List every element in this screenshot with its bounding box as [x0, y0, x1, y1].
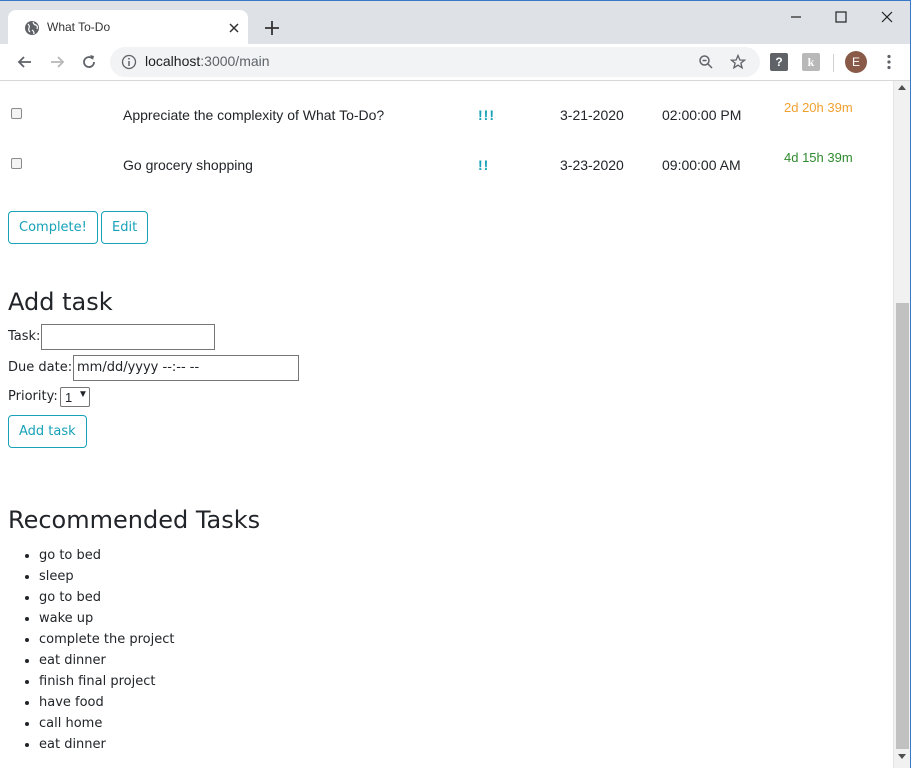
star-bookmark-icon[interactable] — [730, 54, 746, 70]
list-item: have food — [39, 692, 174, 713]
browser-chrome: What To-Do localhost:3000/main ? k E — [0, 0, 911, 81]
add-task-heading: Add task — [8, 288, 113, 316]
list-item: wake up — [39, 608, 174, 629]
task-due-date: 3-21-2020 — [560, 107, 624, 123]
task-priority: !! — [478, 157, 490, 173]
complete-button[interactable]: Complete! — [8, 211, 98, 244]
tab-title: What To-Do — [47, 20, 111, 34]
task-field-label: Task: — [8, 329, 41, 344]
more-menu-icon[interactable] — [880, 53, 898, 71]
recommended-heading: Recommended Tasks — [8, 506, 261, 534]
url-path: :3000/main — [200, 53, 270, 69]
task-time-remaining: 2d 20h 39m — [784, 100, 853, 115]
due-date-label: Due date: — [8, 360, 73, 375]
priority-label: Priority: — [8, 389, 58, 404]
list-item: eat dinner — [39, 734, 174, 755]
scrollbar-thumb[interactable] — [896, 303, 909, 749]
list-item: call home — [39, 713, 174, 734]
task-due-time: 02:00:00 PM — [662, 107, 742, 123]
toolbar-divider — [833, 54, 834, 72]
forward-arrow-icon[interactable] — [48, 53, 66, 71]
due-date-input[interactable]: mm/dd/yyyy --:-- -- — [73, 355, 299, 381]
back-arrow-icon[interactable] — [16, 53, 34, 71]
profile-avatar[interactable]: E — [845, 51, 867, 73]
edit-button[interactable]: Edit — [101, 211, 149, 244]
list-item: go to bed — [39, 545, 174, 566]
globe-icon — [25, 21, 39, 35]
address-bar[interactable]: localhost:3000/main — [110, 47, 760, 77]
zoom-out-icon[interactable] — [698, 54, 714, 70]
task-due-time: 09:00:00 AM — [662, 157, 741, 173]
list-item: finish final project — [39, 671, 174, 692]
new-tab-icon[interactable] — [262, 18, 282, 38]
page-viewport: Appreciate the complexity of What To-Do?… — [0, 81, 911, 768]
recommended-list: go to bed sleep go to bed wake up comple… — [8, 545, 174, 755]
list-item: go to bed — [39, 587, 174, 608]
scroll-up-arrow-icon[interactable] — [898, 85, 906, 90]
task-due-date: 3-23-2020 — [560, 157, 624, 173]
chevron-down-icon: ▼ — [78, 389, 88, 400]
close-tab-icon[interactable] — [227, 21, 241, 35]
info-icon[interactable] — [121, 54, 137, 70]
task-row: Go grocery shopping !! 3-23-2020 09:00:0… — [0, 150, 890, 193]
list-item: complete the project — [39, 629, 174, 650]
list-item: eat dinner — [39, 650, 174, 671]
task-checkbox[interactable] — [11, 108, 22, 119]
list-item: sleep — [39, 566, 174, 587]
priority-selected-value: 1 — [65, 390, 73, 405]
minimize-icon[interactable] — [788, 9, 804, 25]
add-task-button[interactable]: Add task — [8, 415, 87, 448]
task-priority: !!! — [478, 107, 495, 123]
url-text: localhost:3000/main — [145, 53, 270, 69]
task-input[interactable] — [41, 324, 215, 350]
task-time-remaining: 4d 15h 39m — [784, 150, 853, 165]
maximize-icon[interactable] — [833, 9, 849, 25]
reload-icon[interactable] — [80, 53, 98, 71]
browser-toolbar: localhost:3000/main ? k E — [0, 44, 911, 81]
extension-icon[interactable]: k — [802, 53, 820, 71]
task-name: Go grocery shopping — [123, 157, 253, 173]
browser-tab[interactable]: What To-Do — [8, 10, 248, 45]
scroll-down-arrow-icon[interactable] — [898, 754, 906, 759]
tab-strip: What To-Do — [0, 0, 911, 45]
task-checkbox[interactable] — [11, 158, 22, 169]
help-extension-icon[interactable]: ? — [770, 53, 788, 71]
task-name: Appreciate the complexity of What To-Do? — [123, 107, 385, 123]
task-row: Appreciate the complexity of What To-Do?… — [0, 100, 890, 143]
url-host: localhost — [145, 53, 201, 69]
vertical-scrollbar[interactable] — [893, 81, 910, 768]
close-window-icon[interactable] — [879, 9, 895, 25]
priority-select[interactable]: 1 ▼ — [60, 387, 90, 407]
